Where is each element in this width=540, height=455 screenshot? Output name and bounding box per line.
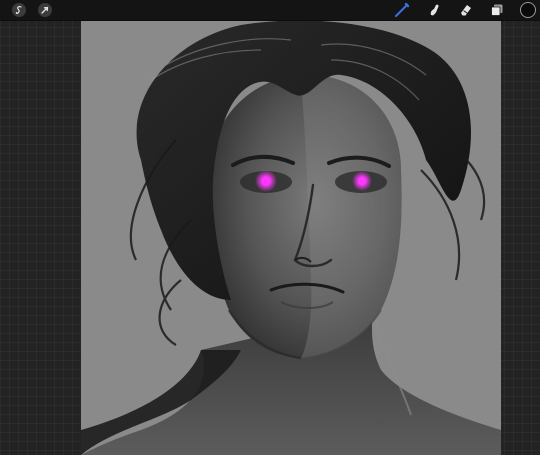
brush-tool-button[interactable] [394, 2, 410, 18]
drawing-canvas[interactable] [81, 20, 501, 455]
current-color-swatch [520, 2, 536, 18]
smudge-icon [430, 4, 439, 16]
portrait-artwork [81, 20, 501, 455]
layers-button[interactable] [489, 2, 505, 18]
gallery-button[interactable] [12, 3, 26, 17]
arrow-cursor-icon [41, 6, 49, 14]
adjustments-button[interactable] [38, 3, 52, 17]
top-toolbar [0, 0, 540, 21]
eraser-icon [461, 5, 471, 16]
layers-icon [491, 4, 503, 16]
s-script-icon [15, 6, 22, 15]
smudge-tool-button[interactable] [426, 2, 442, 18]
brush-icon [395, 2, 410, 17]
procreate-workspace [0, 0, 540, 455]
color-picker-button[interactable] [520, 2, 536, 18]
eraser-tool-button[interactable] [458, 2, 474, 18]
